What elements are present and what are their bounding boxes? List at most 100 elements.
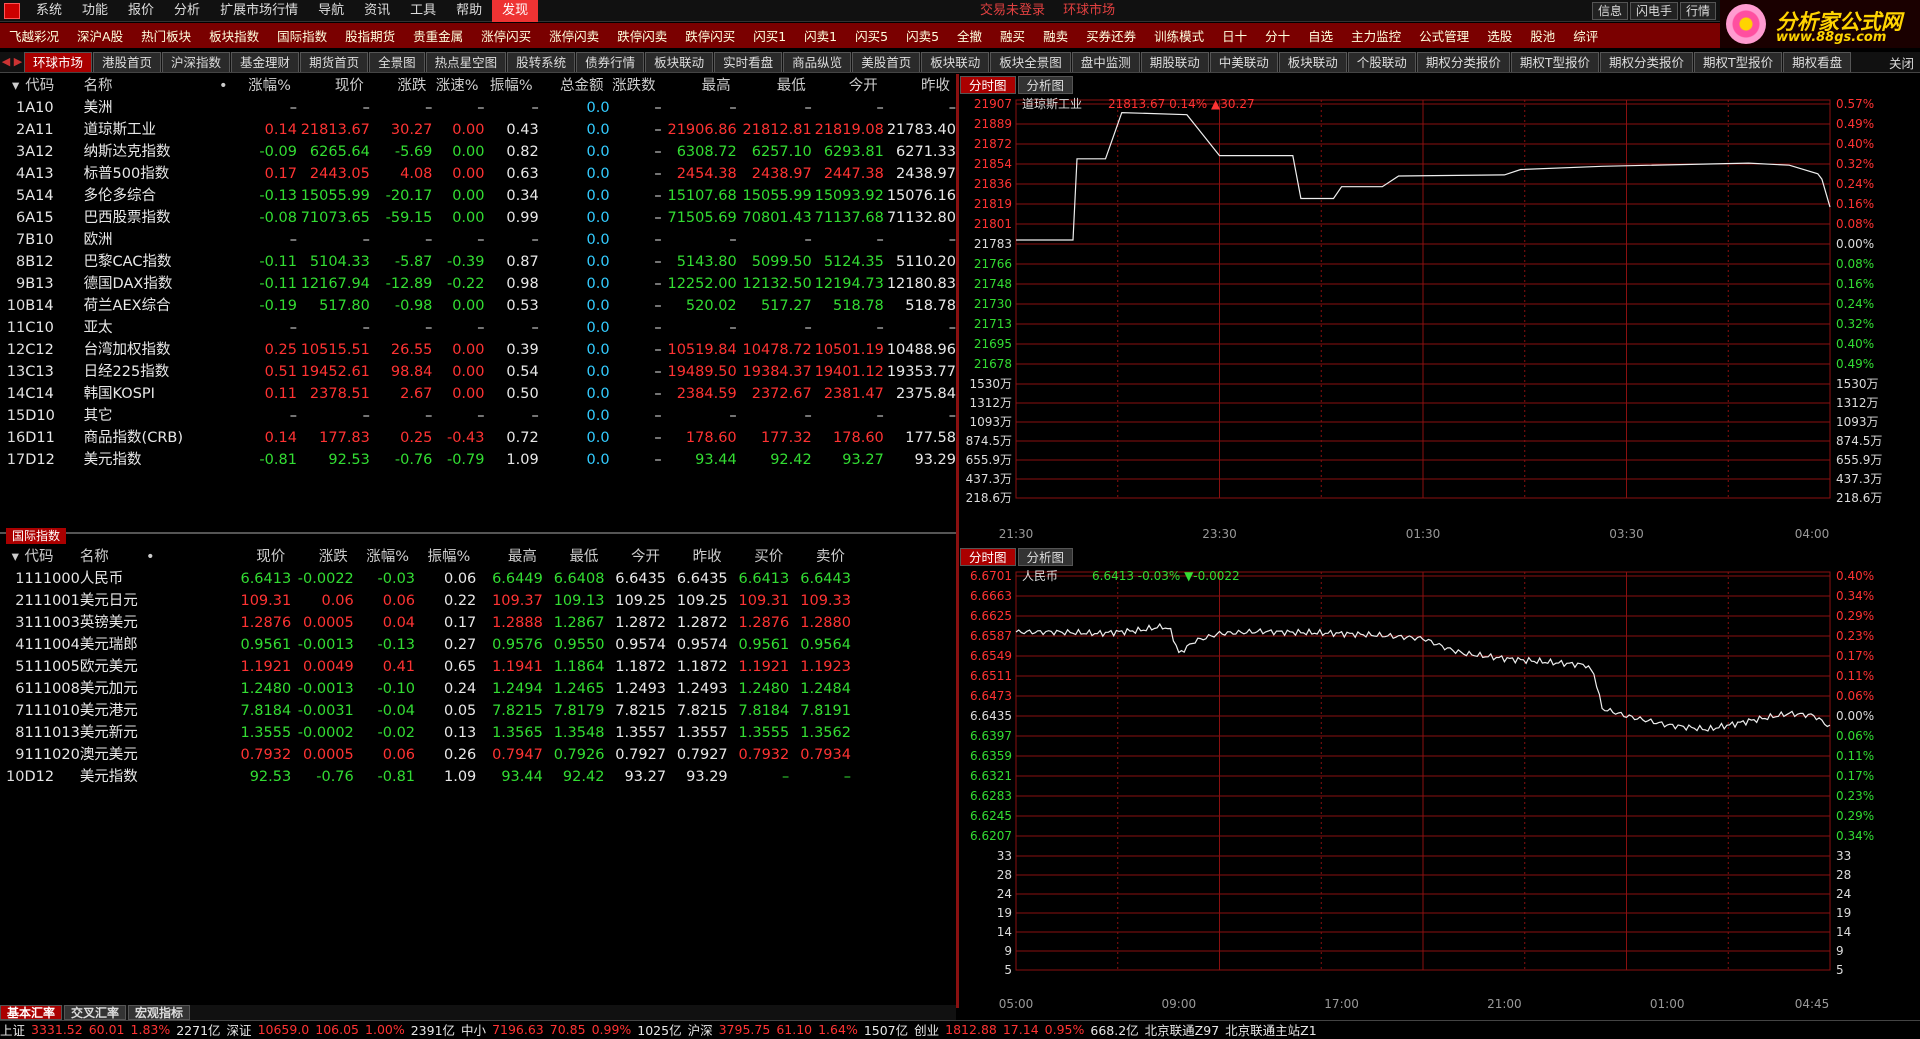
menu-item[interactable]: 导航 xyxy=(308,0,354,22)
table-row[interactable]: 6 A15 巴西股票指数 -0.08 71073.65 -59.15 0.00 0.99 0.0… xyxy=(6,207,956,229)
page-tab[interactable]: 环球市场 xyxy=(24,52,93,72)
table-row[interactable]: 1 A10 美洲 – – – – – 0.0 – – – – – xyxy=(6,97,956,119)
table-row[interactable]: 8 111013 美元新元 1.3555 -0.0002 -0.02 0.13 1.3565 1… xyxy=(6,722,851,744)
page-tab[interactable]: 个股联动 xyxy=(1347,52,1416,72)
toolbar-button[interactable]: 闪买1 xyxy=(744,26,795,45)
table-row[interactable]: 6 111008 美元加元 1.2480 -0.0013 -0.10 0.24 1.2494 1… xyxy=(6,678,851,700)
bottom-tab[interactable]: 基本汇率 xyxy=(0,1005,63,1020)
page-tab[interactable]: 期权T型报价 xyxy=(1510,52,1599,72)
column-header[interactable]: 最低 xyxy=(737,75,812,97)
toolbar-button[interactable]: 综评 xyxy=(1564,26,1607,45)
toolbar-button[interactable]: 自选 xyxy=(1299,26,1342,45)
toolbar-button[interactable]: 深沪A股 xyxy=(68,26,132,45)
table-row[interactable]: 4 111004 美元瑞郎 0.9561 -0.0013 -0.13 0.27 0.9576 0… xyxy=(6,634,851,656)
menu-item[interactable]: 系统 xyxy=(26,0,72,22)
toolbar-button[interactable]: 买券还券 xyxy=(1077,26,1145,45)
toolbar-button[interactable]: 板块指数 xyxy=(200,26,268,45)
table-row[interactable]: 13 C13 日经225指数 0.51 19452.61 98.84 0.00 0.54 0.0… xyxy=(6,361,956,383)
column-header[interactable]: 总金额 xyxy=(539,75,610,97)
page-tab[interactable]: 板块全景图 xyxy=(990,52,1071,72)
column-header[interactable]: 今开 xyxy=(604,546,666,568)
table-row[interactable]: 3 A12 纳斯达克指数 -0.09 6265.64 -5.69 0.00 0.82 0.0–6… xyxy=(6,141,956,163)
page-tab[interactable]: 期权看盘 xyxy=(1783,52,1852,72)
page-tab[interactable]: 期权T型报价 xyxy=(1693,52,1783,72)
table-row[interactable]: 7 B10 欧洲 – – – – – 0.0 – – – – – xyxy=(6,229,956,251)
toolbar-button[interactable]: 全撤 xyxy=(948,26,991,45)
tab-intraday[interactable]: 分时图 xyxy=(960,548,1016,566)
column-header[interactable]: 涨幅% xyxy=(246,75,297,97)
toolbar-button[interactable]: 股指期货 xyxy=(336,26,404,45)
vertical-splitter[interactable] xyxy=(956,74,959,1008)
page-tab[interactable]: 期权分类报价 xyxy=(1599,52,1693,72)
page-tab[interactable]: 板块联动 xyxy=(645,52,714,72)
page-tab[interactable]: 实时看盘 xyxy=(714,52,783,72)
column-header[interactable]: • xyxy=(219,75,246,97)
column-header[interactable]: 涨速% xyxy=(432,75,484,97)
column-header[interactable]: 最高 xyxy=(662,75,737,97)
toolbar-button[interactable]: 分十 xyxy=(1256,26,1299,45)
dow-intraday-chart[interactable]: 21907 21889 21872 21854 21836 21819 21801 21783… xyxy=(960,76,1920,548)
table-row[interactable]: 9 111020 澳元美元 0.7932 0.0005 0.06 0.26 0.7947 0.7… xyxy=(6,744,851,766)
rmb-intraday-chart[interactable]: 6.6701 6.6663 6.6625 6.6587 6.6549 6.6511 6.64… xyxy=(960,548,1920,1018)
column-header[interactable]: 昨收 xyxy=(666,546,728,568)
tab-intraday[interactable]: 分时图 xyxy=(960,76,1016,94)
toolbar-button[interactable]: 主力监控 xyxy=(1342,26,1410,45)
toolbar-button[interactable]: 涨停闪卖 xyxy=(540,26,608,45)
column-header[interactable]: 买价 xyxy=(728,546,790,568)
column-header[interactable]: 名称 xyxy=(84,75,219,97)
column-header[interactable]: 最高 xyxy=(476,546,543,568)
column-header[interactable]: 振幅% xyxy=(485,75,539,97)
column-header[interactable]: 卖价 xyxy=(789,546,851,568)
menu-item[interactable]: 发现 xyxy=(492,0,539,22)
table-row[interactable]: 14 C14 韩国KOSPI 0.11 2378.51 2.67 0.00 0.50 0.0–2… xyxy=(6,383,956,405)
toolbar-button[interactable]: 热门板块 xyxy=(132,26,200,45)
toolbar-button[interactable]: 闪卖1 xyxy=(795,26,846,45)
table-row[interactable]: 9 B13 德国DAX指数 -0.11 12167.94 -12.89 -0.22 0.98 0… xyxy=(6,273,956,295)
tab-analysis[interactable]: 分析图 xyxy=(1017,76,1074,94)
bottom-tab[interactable]: 交叉汇率 xyxy=(64,1005,127,1020)
table-row[interactable]: 4 A13 标普500指数 0.17 2443.05 4.08 0.00 0.63 0.0–24… xyxy=(6,163,956,185)
column-header[interactable]: 名称 xyxy=(80,546,146,568)
column-header[interactable]: 昨收 xyxy=(884,75,956,97)
table-row[interactable]: 15 D10 其它 – – – – – 0.0 – – – – – xyxy=(6,405,956,427)
table-row[interactable]: 10 D12 美元指数 92.53 -0.76 -0.81 1.09 93.44 92.42 93… xyxy=(6,766,851,788)
menu-item[interactable]: 分析 xyxy=(164,0,210,22)
page-tab[interactable]: 港股首页 xyxy=(93,52,162,72)
toolbar-button[interactable]: 闪买5 xyxy=(846,26,897,45)
toolbar-button[interactable]: 贵重金属 xyxy=(404,26,472,45)
table-row[interactable]: 16 D11 商品指数(CRB) 0.14 177.83 0.25 -0.43 0.72 0.0… xyxy=(6,427,956,449)
window-button[interactable]: 闪电手 xyxy=(1630,2,1679,20)
toolbar-button[interactable]: 涨停闪买 xyxy=(472,26,540,45)
column-header[interactable]: 现价 xyxy=(297,75,370,97)
tab-scroll-right-icon[interactable]: ▶ xyxy=(12,52,24,72)
page-tab[interactable]: 沪深指数 xyxy=(162,52,231,72)
close-tab-button[interactable]: 关闭 xyxy=(1889,53,1914,72)
menu-item[interactable]: 功能 xyxy=(72,0,118,22)
sort-arrow-icon[interactable]: ▾ xyxy=(6,75,25,97)
menu-item[interactable]: 工具 xyxy=(400,0,446,22)
column-header[interactable]: 最低 xyxy=(543,546,605,568)
column-header[interactable]: 代码 xyxy=(25,75,83,97)
table-row[interactable]: 3 111003 英镑美元 1.2876 0.0005 0.04 0.17 1.2888 1.2… xyxy=(6,612,851,634)
column-header[interactable]: 现价 xyxy=(230,546,292,568)
table-row[interactable]: 10 B14 荷兰AEX综合 -0.19 517.80 -0.98 0.00 0.53 0.0 –… xyxy=(6,295,956,317)
table-row[interactable]: 7 111010 美元港元 7.8184 -0.0031 -0.04 0.05 7.8215 7… xyxy=(6,700,851,722)
page-tab[interactable]: 债券行情 xyxy=(576,52,645,72)
page-tab[interactable]: 股转系统 xyxy=(507,52,576,72)
page-tab[interactable]: 热点星空图 xyxy=(425,52,507,72)
tab-analysis[interactable]: 分析图 xyxy=(1017,548,1074,566)
toolbar-button[interactable]: 融卖 xyxy=(1034,26,1077,45)
page-tab[interactable]: 基金理财 xyxy=(231,52,300,72)
page-tab[interactable]: 板块联动 xyxy=(921,52,990,72)
window-button[interactable]: 行情 xyxy=(1680,2,1717,20)
toolbar-button[interactable]: 融买 xyxy=(991,26,1034,45)
column-header[interactable]: 今开 xyxy=(812,75,884,97)
table-row[interactable]: 1 111000 人民币 6.6413 -0.0022 -0.03 0.06 6.6449 6.… xyxy=(6,568,851,590)
column-header[interactable]: 涨幅% xyxy=(354,546,415,568)
toolbar-button[interactable]: 股池 xyxy=(1521,26,1564,45)
column-header[interactable]: 代码 xyxy=(24,546,79,568)
toolbar-button[interactable]: 训练模式 xyxy=(1145,26,1213,45)
bottom-tab[interactable]: 宏观指标 xyxy=(128,1005,191,1020)
panel-divider[interactable] xyxy=(0,532,956,534)
table-row[interactable]: 12 C12 台湾加权指数 0.25 10515.51 26.55 0.00 0.39 0.0 –… xyxy=(6,339,956,361)
